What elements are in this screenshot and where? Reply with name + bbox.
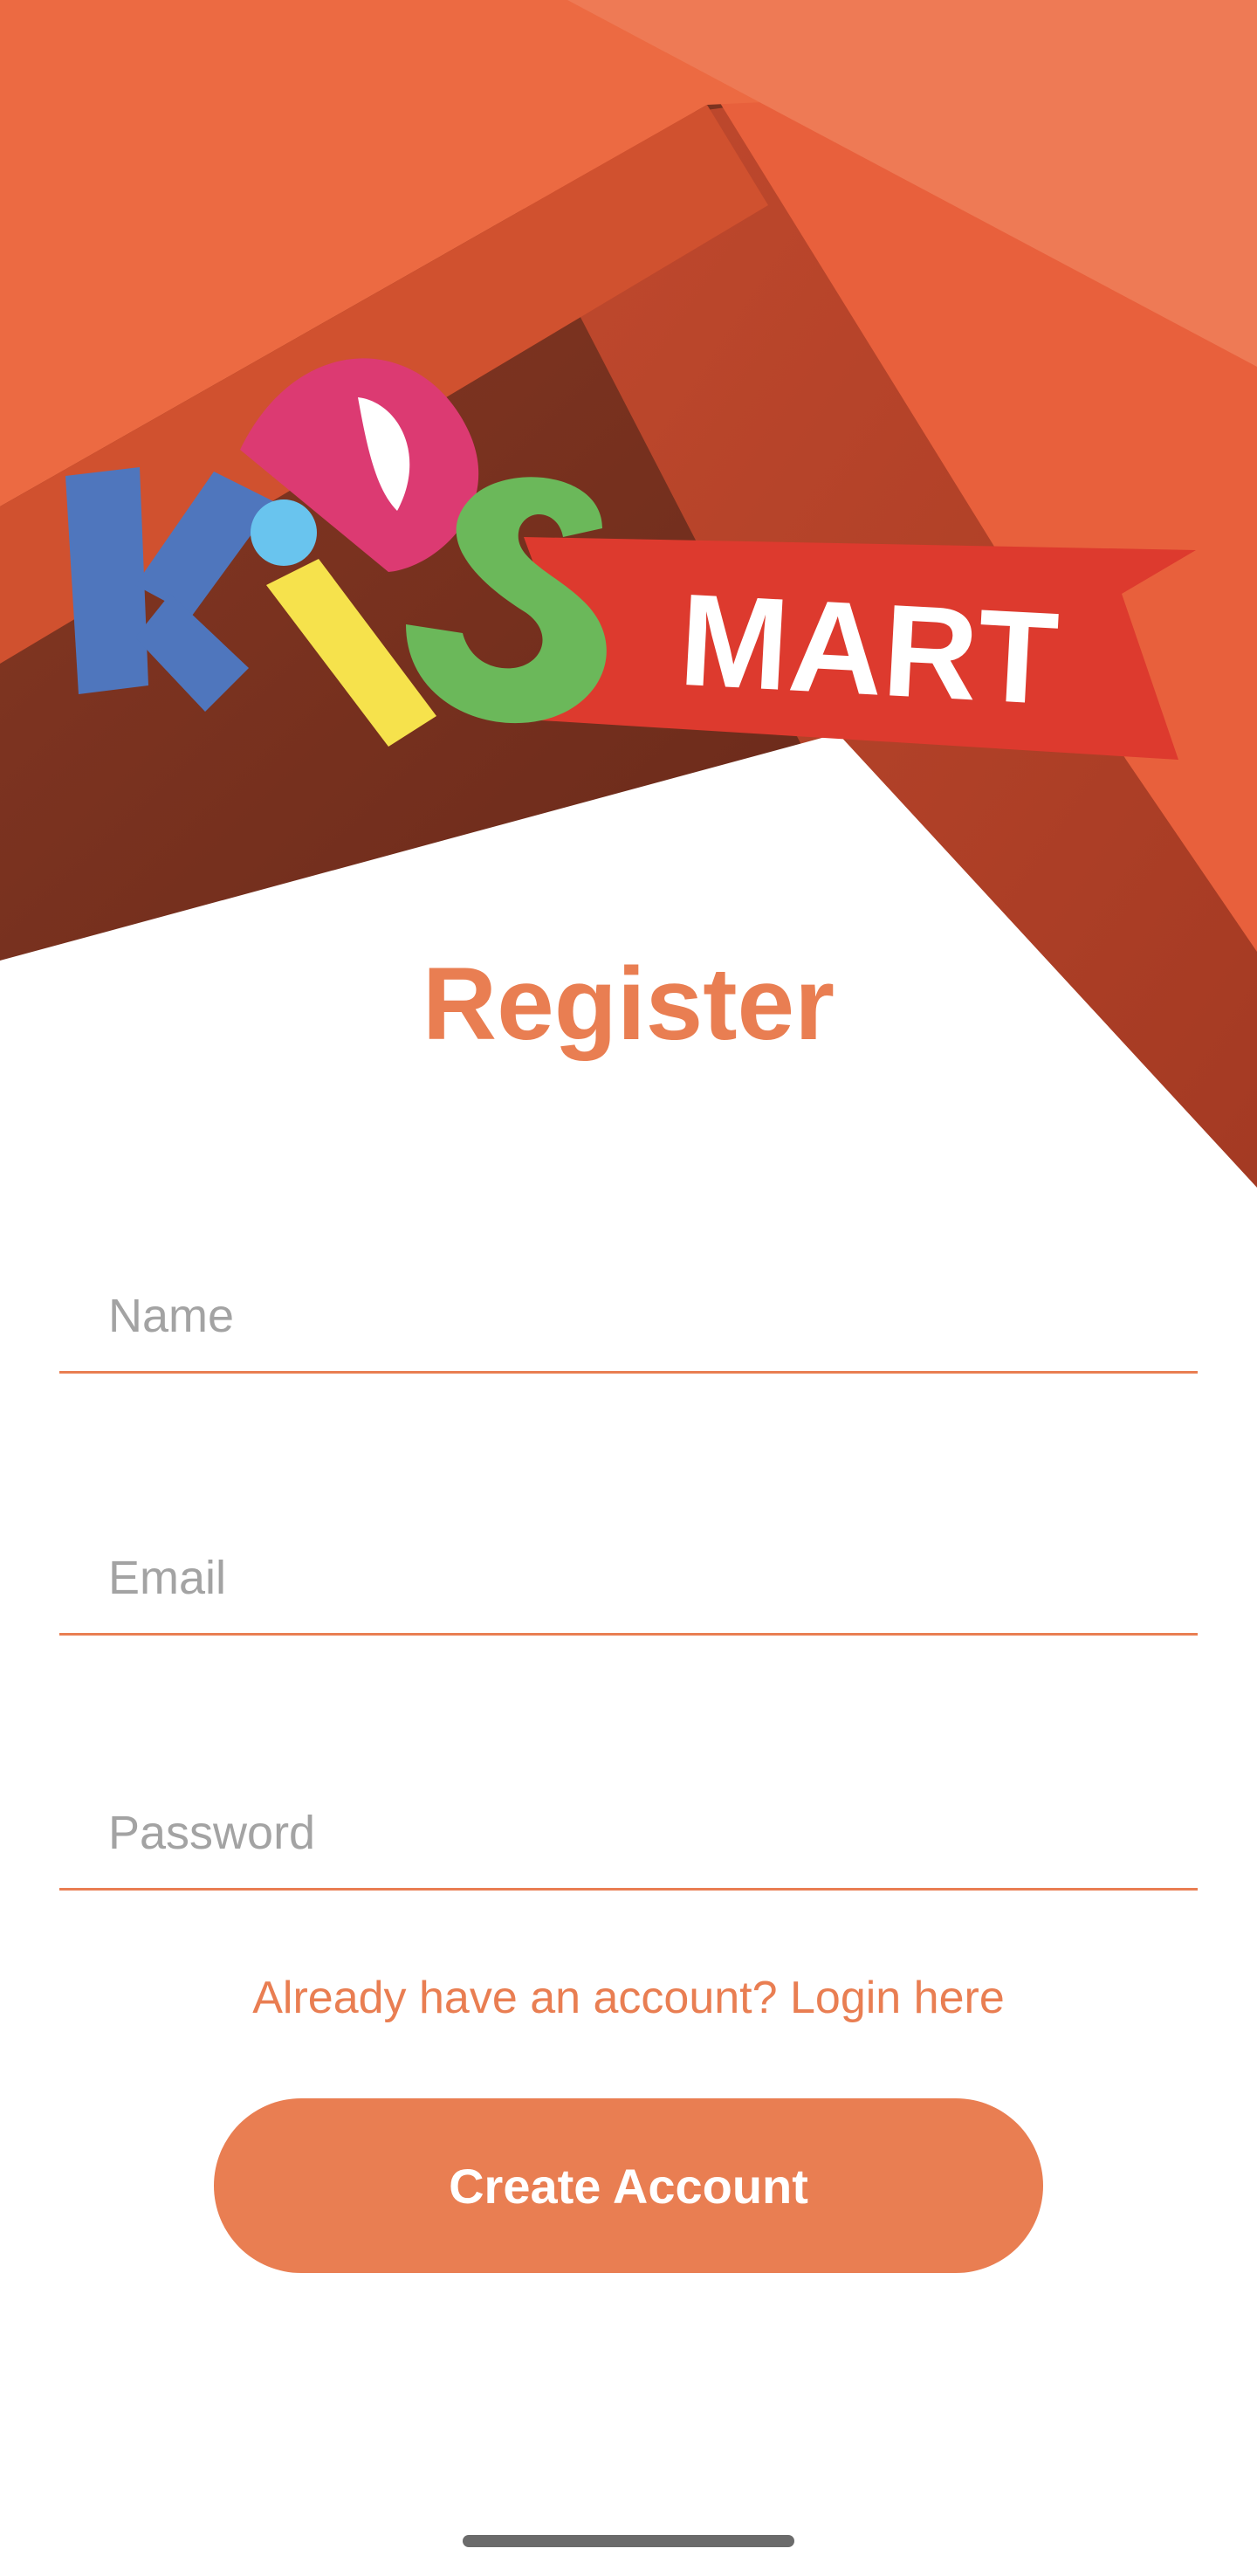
login-link[interactable]: Already have an account? Login here <box>0 1969 1257 2027</box>
page-title: Register <box>422 947 835 1062</box>
home-indicator[interactable] <box>463 2535 794 2547</box>
email-field <box>59 1528 1198 1636</box>
password-field <box>59 1783 1198 1891</box>
name-input[interactable] <box>108 1285 1180 1347</box>
logo-dot <box>251 499 317 566</box>
email-input[interactable] <box>108 1547 1180 1608</box>
logo-mart-text: MART <box>677 566 1061 732</box>
kidsmart-logo: MART <box>65 358 1196 760</box>
create-account-button[interactable]: Create Account <box>214 2098 1043 2273</box>
name-field <box>59 1266 1198 1374</box>
logo-letter-k <box>65 467 275 712</box>
password-input[interactable] <box>108 1802 1180 1863</box>
